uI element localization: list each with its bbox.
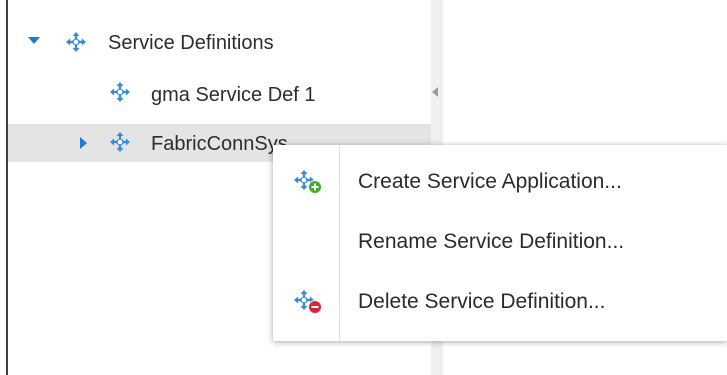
collapse-panel-icon[interactable] bbox=[432, 87, 438, 97]
tree-node-label: FabricConnSys bbox=[151, 133, 288, 155]
delete-service-definition-icon bbox=[294, 290, 322, 314]
menu-item-label: Rename Service Definition... bbox=[358, 230, 625, 253]
menu-item-label: Delete Service Definition... bbox=[358, 290, 606, 313]
expanded-arrow-icon[interactable] bbox=[28, 37, 40, 44]
menu-item-rename-service-definition[interactable]: Rename Service Definition... bbox=[273, 212, 727, 272]
service-definition-icon bbox=[110, 132, 130, 152]
tree-node-gma-service-def-1[interactable]: gma Service Def 1 bbox=[8, 75, 431, 113]
menu-item-delete-service-definition[interactable]: Delete Service Definition... bbox=[273, 272, 727, 332]
menu-item-create-service-application[interactable]: Create Service Application... bbox=[273, 152, 727, 212]
create-service-application-icon bbox=[294, 170, 322, 194]
tree-node-label: Service Definitions bbox=[108, 32, 274, 54]
collapsed-arrow-icon[interactable] bbox=[80, 137, 87, 149]
service-definition-icon bbox=[110, 82, 130, 102]
tree-node-label: gma Service Def 1 bbox=[151, 84, 316, 106]
menu-item-label: Create Service Application... bbox=[358, 170, 622, 193]
context-menu: Create Service Application... Rename Ser… bbox=[273, 145, 727, 341]
tree-node-service-definitions[interactable]: Service Definitions bbox=[8, 23, 431, 61]
service-definition-icon bbox=[66, 32, 86, 52]
